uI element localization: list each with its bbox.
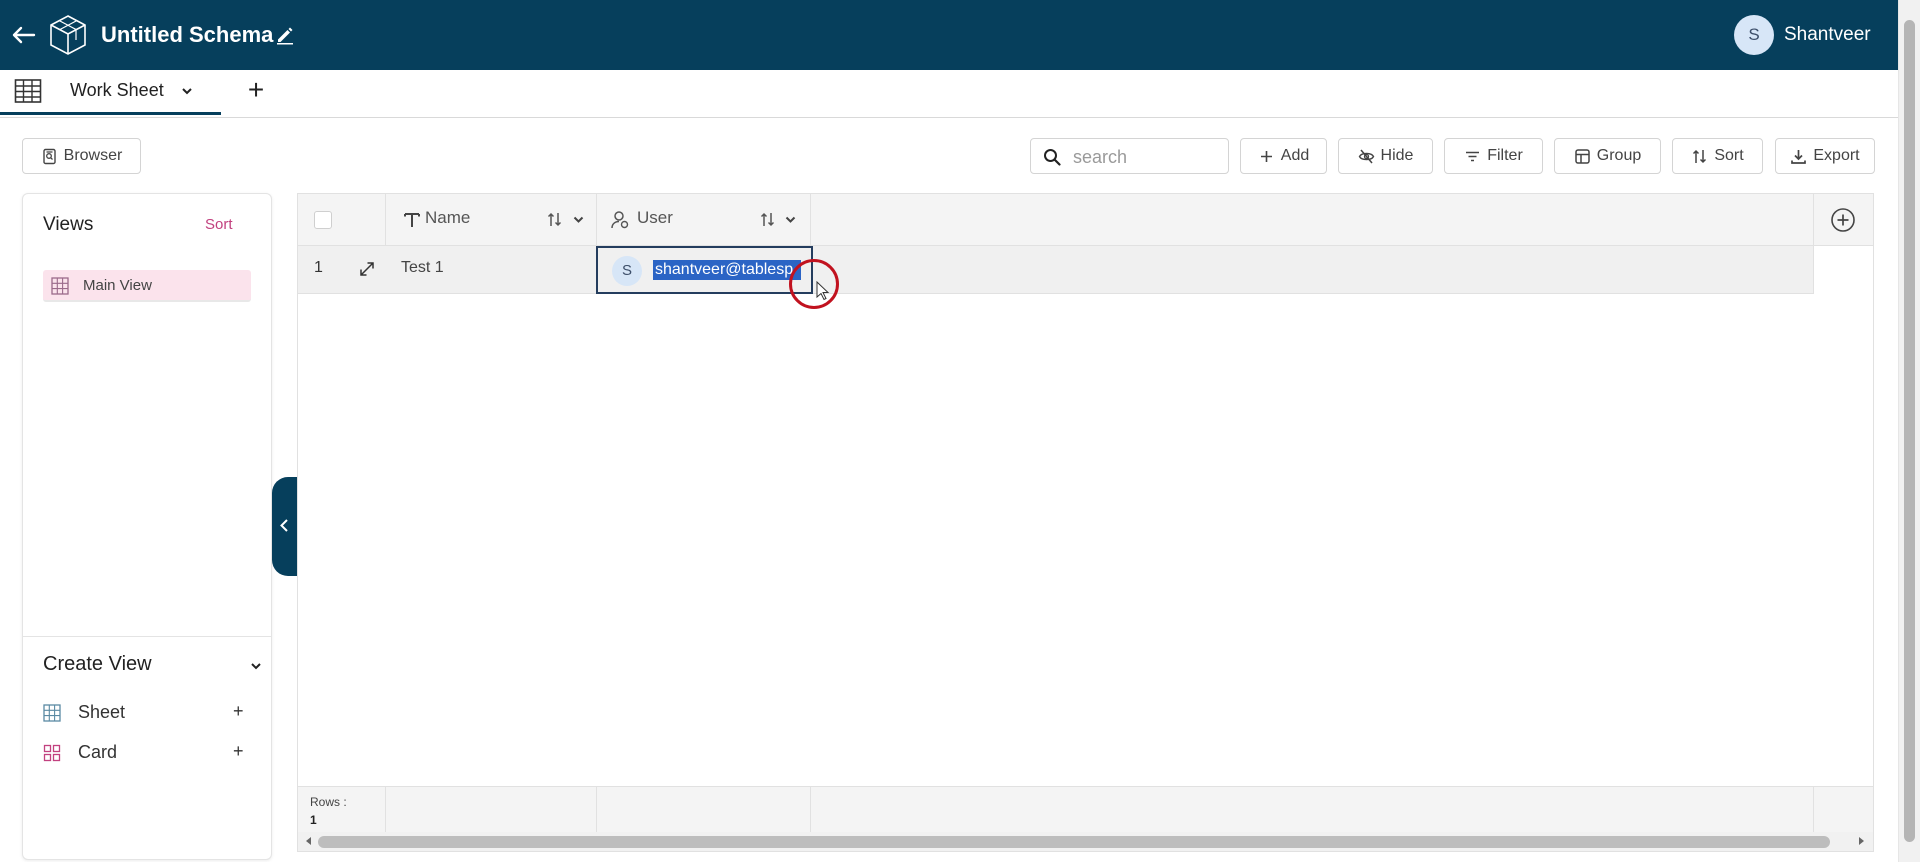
sort-arrows-icon[interactable] bbox=[546, 211, 563, 228]
sort-arrows-icon[interactable] bbox=[759, 211, 776, 228]
schema-cube-logo-icon bbox=[50, 15, 86, 55]
views-sort-link[interactable]: Sort bbox=[205, 216, 233, 233]
text-type-icon bbox=[404, 213, 420, 227]
group-button[interactable]: Group bbox=[1554, 138, 1661, 174]
column-header-user[interactable]: User bbox=[637, 208, 673, 228]
export-button[interactable]: Export bbox=[1775, 138, 1875, 174]
group-label: Group bbox=[1596, 147, 1642, 164]
add-sheet-view-button[interactable]: + bbox=[233, 701, 244, 722]
download-icon bbox=[1791, 149, 1807, 164]
tab-bar: Work Sheet + bbox=[0, 70, 1898, 118]
user-avatar: S bbox=[612, 256, 642, 286]
sort-arrows-icon bbox=[1693, 149, 1707, 163]
create-view-sheet[interactable]: Sheet + bbox=[43, 699, 253, 727]
views-title: Views bbox=[43, 214, 94, 235]
edit-pencil-icon[interactable] bbox=[275, 25, 295, 45]
sheet-grid-icon bbox=[43, 704, 61, 722]
data-grid: Name User 1 Test 1 S shantveer@tablesp R… bbox=[297, 193, 1874, 852]
chevron-down-icon[interactable] bbox=[180, 84, 194, 98]
schema-title: Untitled Schema bbox=[101, 22, 274, 47]
browser-label: Browser bbox=[63, 147, 123, 164]
create-view-card[interactable]: Card + bbox=[43, 739, 253, 767]
chevron-left-icon bbox=[280, 519, 288, 532]
card-grid-icon bbox=[43, 744, 61, 762]
horizontal-scrollbar-thumb[interactable] bbox=[318, 836, 1830, 848]
add-button[interactable]: Add bbox=[1240, 138, 1327, 174]
grid-footer: Rows : 1 bbox=[298, 786, 1873, 833]
tab-label: Work Sheet bbox=[70, 80, 164, 100]
add-label: Add bbox=[1280, 147, 1310, 164]
create-view-divider bbox=[23, 636, 271, 637]
vertical-scrollbar-thumb[interactable] bbox=[1904, 20, 1915, 842]
search-input[interactable] bbox=[1073, 145, 1223, 169]
views-panel: Views Sort Main View Create View Sheet +… bbox=[22, 193, 272, 860]
rows-label: Rows : bbox=[310, 795, 347, 809]
table-grid-icon bbox=[14, 79, 42, 103]
create-view-title: Create View bbox=[43, 653, 152, 675]
plus-icon bbox=[1260, 150, 1272, 162]
vertical-scrollbar[interactable] bbox=[1898, 0, 1920, 862]
hide-label: Hide bbox=[1380, 147, 1414, 164]
view-item-label: Main View bbox=[83, 277, 152, 294]
search-icon bbox=[1044, 149, 1061, 166]
add-tab-button[interactable]: + bbox=[243, 76, 269, 104]
user-email-text-selected[interactable]: shantveer@tablesp bbox=[653, 260, 801, 280]
row-number: 1 bbox=[314, 259, 323, 276]
collapse-panel-handle[interactable] bbox=[272, 477, 297, 576]
column-divider bbox=[596, 787, 597, 833]
sort-button[interactable]: Sort bbox=[1672, 138, 1763, 174]
browser-icon bbox=[42, 148, 56, 164]
select-all-checkbox[interactable] bbox=[314, 211, 332, 229]
create-view-card-label: Card bbox=[78, 742, 118, 762]
cursor-highlight-ring bbox=[789, 259, 839, 309]
group-icon bbox=[1575, 148, 1590, 164]
expand-row-icon[interactable] bbox=[358, 260, 376, 278]
search-box[interactable] bbox=[1030, 138, 1229, 174]
grid-view-icon bbox=[51, 277, 69, 295]
filter-label: Filter bbox=[1487, 147, 1523, 164]
view-item-main-view[interactable]: Main View bbox=[43, 270, 251, 302]
column-divider bbox=[1813, 787, 1814, 833]
tab-work-sheet[interactable]: Work Sheet bbox=[0, 70, 221, 115]
back-arrow-icon[interactable] bbox=[8, 20, 38, 50]
user-icon bbox=[611, 211, 629, 229]
create-view-sheet-label: Sheet bbox=[78, 702, 126, 722]
column-divider bbox=[810, 787, 811, 833]
column-divider bbox=[1813, 194, 1814, 294]
add-card-view-button[interactable]: + bbox=[233, 741, 244, 762]
column-divider bbox=[385, 787, 386, 833]
grid-header: Name User bbox=[298, 194, 1873, 246]
filter-button[interactable]: Filter bbox=[1444, 138, 1543, 174]
eye-off-icon bbox=[1358, 149, 1374, 163]
top-bar: Untitled Schema S Shantveer bbox=[0, 0, 1898, 70]
user-avatar[interactable]: S bbox=[1734, 15, 1774, 55]
filter-icon bbox=[1466, 151, 1480, 161]
chevron-down-icon[interactable] bbox=[249, 659, 263, 673]
column-header-name[interactable]: Name bbox=[425, 208, 470, 228]
rows-count: 1 bbox=[310, 813, 317, 827]
sort-label: Sort bbox=[1714, 147, 1744, 164]
scroll-right-arrow-icon[interactable] bbox=[1856, 836, 1866, 846]
chevron-down-icon[interactable] bbox=[572, 213, 585, 226]
cell-user-selected[interactable]: S shantveer@tablesp bbox=[596, 246, 813, 294]
export-label: Export bbox=[1813, 147, 1860, 164]
horizontal-scrollbar[interactable] bbox=[298, 832, 1873, 851]
add-column-icon[interactable] bbox=[1830, 207, 1856, 233]
chevron-down-icon[interactable] bbox=[784, 213, 797, 226]
mouse-pointer-icon bbox=[816, 281, 830, 301]
browser-button[interactable]: Browser bbox=[22, 138, 141, 174]
user-name[interactable]: Shantveer bbox=[1784, 24, 1871, 46]
scroll-left-arrow-icon[interactable] bbox=[304, 836, 314, 846]
cell-name[interactable]: Test 1 bbox=[401, 259, 444, 277]
table-row[interactable]: 1 Test 1 bbox=[298, 246, 1813, 294]
hide-button[interactable]: Hide bbox=[1338, 138, 1433, 174]
